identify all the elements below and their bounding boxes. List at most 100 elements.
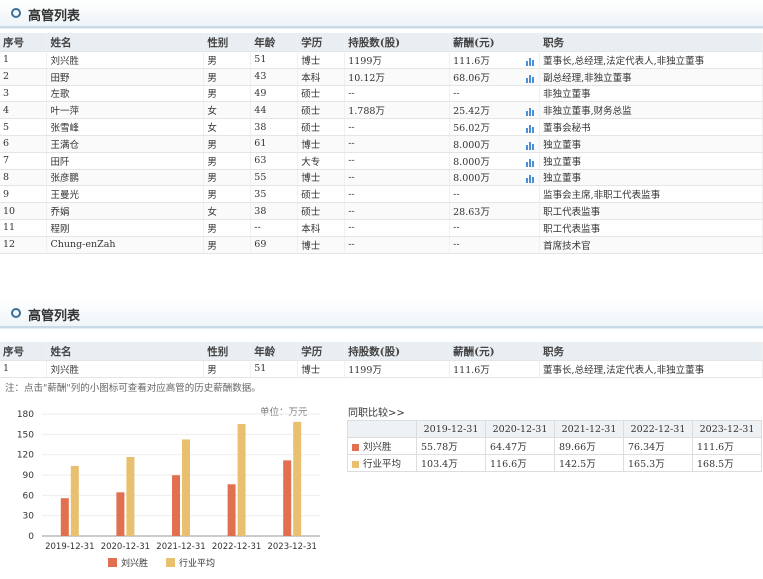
compare-header: 2023-12-31 (692, 420, 762, 438)
cell-gender: 男 (203, 135, 252, 153)
cell-gender: 男 (203, 85, 252, 103)
cell-salary: -- (449, 219, 541, 237)
cell-salary: 56.02万 (449, 118, 541, 136)
header-shares: 持股数(股) (344, 342, 451, 361)
salary-chart-icon[interactable] (526, 172, 536, 184)
cell-shares: 1199万 (344, 51, 451, 69)
cell-name: 程刚 (46, 219, 205, 237)
compare-corner (347, 420, 417, 438)
cell-education: 大专 (297, 152, 346, 170)
cell-age: 51 (250, 51, 299, 69)
compare-series-name: 刘兴胜 (347, 437, 417, 455)
legend-label: 刘兴胜 (121, 557, 148, 569)
cell-education: 本科 (297, 68, 346, 86)
cell-position: 独立董事 (539, 152, 763, 170)
y-tick-label: 150 (17, 430, 34, 440)
header-age: 年龄 (250, 33, 299, 52)
salary-chart-icon[interactable] (526, 139, 536, 150)
y-tick-label: 90 (23, 471, 35, 481)
compare-link[interactable]: 同职比较>> (348, 404, 405, 419)
cell-salary: 8.000万 (449, 135, 541, 153)
salary-chart-icon[interactable] (526, 72, 536, 83)
compare-header: 2022-12-31 (623, 420, 693, 438)
cell-education: 硕士 (297, 118, 346, 136)
cell-gender: 女 (203, 118, 252, 136)
header-position: 职务 (539, 342, 763, 361)
table-row: 8 张彦鹏男 55 博士 -- 8.000万 独立董事 (0, 169, 763, 187)
cell-index: 2 (0, 68, 48, 86)
cell-name: 叶一萍 (46, 101, 205, 120)
executive-detail-table: 序号 姓名 性别 年龄 学历 持股数(股) 薪酬(元) 职务 1 刘兴胜男 51 博士 1199万 11… (0, 342, 763, 378)
table-row: 10 乔娟女 38 硕士 -- 28.63万 职工代表监事 (0, 202, 763, 220)
legend-label: 行业平均 (179, 557, 215, 569)
bar-executive (116, 492, 125, 536)
salary-chart-icon[interactable] (526, 55, 536, 66)
compare-value: 55.78万 (416, 437, 486, 455)
cell-position: 董事长,总经理,法定代表人,非独立董事 (539, 360, 763, 378)
cell-shares: -- (344, 85, 451, 103)
header-index: 序号 (0, 342, 48, 361)
y-tick-label: 30 (23, 512, 35, 522)
cell-position: 独立董事 (539, 135, 763, 153)
compare-value: 142.5万 (554, 454, 624, 472)
x-tick-label: 2022-12-31 (212, 542, 261, 552)
legend-swatch (352, 444, 359, 451)
table-row: 11 程刚男 -- 本科 -- -- 职工代表监事 (0, 219, 763, 237)
x-tick-label: 2019-12-31 (45, 542, 94, 552)
cell-shares: -- (344, 152, 451, 170)
circle-icon (11, 308, 21, 318)
bar-industry-average (126, 456, 135, 536)
y-tick-label: 60 (23, 491, 35, 501)
compare-value: 116.6万 (485, 454, 555, 472)
table-row: 4 叶一萍女 44 硕士 1.788万 25.42万 非独立董事,财务总监 (0, 101, 763, 120)
cell-index: 7 (0, 152, 48, 170)
compare-value: 103.4万 (416, 454, 486, 472)
cell-gender: 男 (203, 185, 252, 204)
cell-index: 3 (0, 85, 48, 103)
cell-shares: -- (344, 118, 451, 136)
cell-education: 博士 (297, 236, 346, 254)
cell-name: 田阡 (46, 152, 205, 170)
compare-value: 89.66万 (554, 437, 624, 455)
header-salary: 薪酬(元) (449, 33, 541, 52)
bar-industry-average (293, 421, 302, 536)
cell-name: 田野 (46, 68, 205, 86)
header-education: 学历 (297, 33, 346, 52)
header-salary: 薪酬(元) (449, 342, 541, 361)
cell-shares: -- (344, 236, 451, 254)
cell-index: 11 (0, 219, 48, 237)
cell-shares: 10.12万 (344, 68, 451, 86)
table-row: 5 张雪峰女 38 硕士 -- 56.02万 董事会秘书 (0, 118, 763, 136)
cell-position: 副总经理,非独立董事 (539, 68, 763, 86)
cell-shares: 1199万 (344, 360, 451, 378)
salary-chart-icon[interactable] (526, 105, 536, 117)
bottom-panel-title: 高管列表 (28, 309, 81, 324)
salary-chart-icon[interactable] (526, 156, 536, 167)
salary-chart-icon[interactable] (526, 122, 536, 134)
y-tick-label: 180 (17, 410, 34, 420)
compare-value: 168.5万 (692, 454, 762, 472)
cell-education: 博士 (297, 169, 346, 187)
cell-position: 首席技术官 (539, 236, 763, 254)
y-tick-label: 120 (17, 451, 34, 461)
header-index: 序号 (0, 33, 48, 52)
cell-age: 38 (250, 202, 299, 220)
cell-shares: 1.788万 (344, 101, 451, 120)
cell-shares: -- (344, 202, 451, 220)
bar-executive (283, 460, 292, 536)
header-name: 姓名 (46, 33, 205, 52)
salary-note: 注：点击"薪酬"列的小图标可查看对应高管的历史薪酬数据。 (5, 383, 261, 394)
cell-salary: 111.6万 (449, 360, 541, 378)
cell-index: 5 (0, 118, 48, 136)
cell-name: 张雪峰 (46, 118, 205, 136)
cell-salary: 28.63万 (449, 202, 541, 220)
top-panel-header: 高管列表 (0, 0, 763, 28)
cell-education: 博士 (297, 51, 346, 69)
top-panel-title: 高管列表 (28, 9, 81, 24)
cell-index: 12 (0, 236, 48, 254)
header-gender: 性别 (203, 342, 252, 361)
cell-age: 49 (250, 85, 299, 103)
cell-age: 43 (250, 68, 299, 86)
cell-education: 硕士 (297, 185, 346, 204)
compare-table: 2019-12-31 2020-12-31 2021-12-31 2022-12-31… (347, 420, 762, 472)
